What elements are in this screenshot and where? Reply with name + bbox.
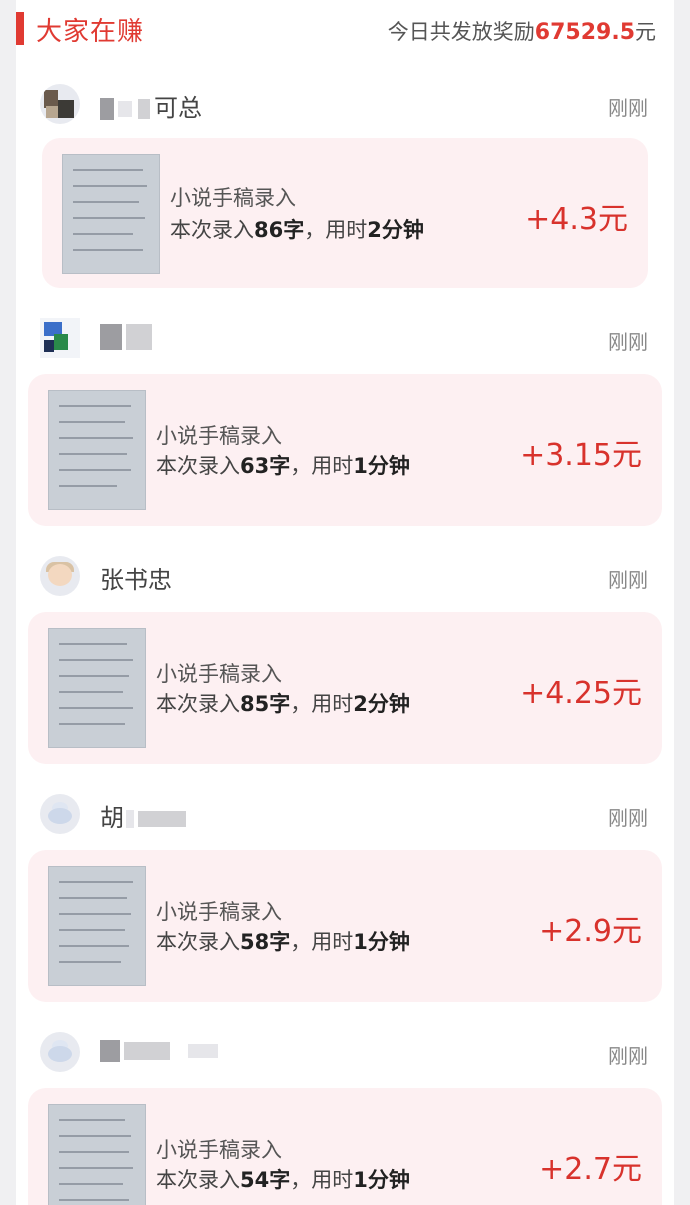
timestamp: 刚刚: [608, 330, 648, 354]
username: 可总: [100, 88, 202, 123]
task-title: 小说手稿录入: [156, 900, 282, 924]
redacted-name-blur: [100, 1040, 120, 1062]
detail-prefix: 本次录入: [156, 1168, 240, 1192]
manuscript-thumbnail: [48, 390, 146, 510]
reward-amount: +2.7元: [539, 1152, 642, 1187]
user-avatar[interactable]: [40, 1032, 80, 1072]
duration: 1分钟: [353, 454, 410, 478]
reward-amount: +4.3元: [525, 202, 628, 237]
username: 张书忠: [100, 566, 172, 594]
task-card[interactable]: 小说手稿录入 本次录入58字，用时1分钟 +2.9元: [28, 850, 662, 1002]
reward-amount: +2.9元: [539, 914, 642, 949]
timestamp: 刚刚: [608, 96, 648, 120]
user-row: 刚刚: [16, 308, 674, 368]
redacted-name-blur: [138, 811, 186, 827]
user-avatar[interactable]: [40, 318, 80, 358]
timestamp: 刚刚: [608, 806, 648, 830]
manuscript-thumbnail: [48, 866, 146, 986]
detail-mid: ，用时: [304, 218, 368, 242]
manuscript-thumbnail: [62, 154, 160, 274]
duration: 1分钟: [353, 930, 410, 954]
feed-title: 大家在赚: [36, 17, 145, 47]
task-title: 小说手稿录入: [156, 424, 282, 448]
manuscript-thumbnail: [48, 628, 146, 748]
user-avatar[interactable]: [40, 84, 80, 124]
duration: 2分钟: [353, 692, 410, 716]
detail-mid: ，用时: [290, 692, 354, 716]
user-row: 张书忠 刚刚: [16, 546, 674, 606]
user-avatar[interactable]: [40, 556, 80, 596]
feed-header: 大家在赚 今日共发放奖励67529.5元: [16, 0, 674, 62]
username: [100, 1036, 218, 1064]
detail-prefix: 本次录入: [156, 930, 240, 954]
earnings-feed-panel: 大家在赚 今日共发放奖励67529.5元 可总 刚刚 小说手稿录入 本次录入86…: [16, 0, 674, 1205]
char-count: 54字: [240, 1168, 291, 1192]
redacted-name-blur: [100, 98, 114, 120]
detail-prefix: 本次录入: [170, 218, 254, 242]
detail-prefix: 本次录入: [156, 454, 240, 478]
char-count: 85字: [240, 692, 291, 716]
task-detail: 本次录入58字，用时1分钟: [156, 926, 410, 956]
task-title: 小说手稿录入: [156, 662, 282, 686]
header-accent-bar: [16, 12, 24, 45]
task-detail: 本次录入85字，用时2分钟: [156, 688, 410, 718]
reward-amount: +4.25元: [520, 676, 642, 711]
detail-prefix: 本次录入: [156, 692, 240, 716]
char-count: 58字: [240, 930, 291, 954]
username-text: 胡: [100, 804, 124, 832]
redacted-name-blur: [118, 101, 132, 117]
detail-mid: ，用时: [290, 1168, 354, 1192]
task-card[interactable]: 小说手稿录入 本次录入85字，用时2分钟 +4.25元: [28, 612, 662, 764]
detail-mid: ，用时: [290, 454, 354, 478]
duration: 1分钟: [353, 1168, 410, 1192]
detail-mid: ，用时: [290, 930, 354, 954]
char-count: 86字: [254, 218, 305, 242]
user-row: 胡 刚刚: [16, 784, 674, 844]
redacted-name-blur: [126, 324, 152, 350]
username-text: 可总: [154, 94, 202, 122]
task-detail: 本次录入86字，用时2分钟: [170, 214, 424, 244]
summary-label: 今日共发放奖励: [387, 20, 535, 44]
duration: 2分钟: [367, 218, 424, 242]
task-detail: 本次录入54字，用时1分钟: [156, 1164, 410, 1194]
task-title: 小说手稿录入: [170, 186, 296, 210]
redacted-name-blur: [124, 1042, 170, 1060]
task-title: 小说手稿录入: [156, 1138, 282, 1162]
manuscript-thumbnail: [48, 1104, 146, 1205]
daily-reward-summary: 今日共发放奖励67529.5元: [388, 16, 656, 46]
task-detail: 本次录入63字，用时1分钟: [156, 450, 410, 480]
char-count: 63字: [240, 454, 291, 478]
redacted-name-blur: [138, 99, 150, 119]
redacted-name-blur: [126, 810, 134, 828]
username: 胡: [100, 798, 186, 833]
redacted-name-blur: [100, 324, 122, 350]
user-row: 可总 刚刚: [16, 74, 674, 134]
timestamp: 刚刚: [608, 568, 648, 592]
user-row: 刚刚: [16, 1022, 674, 1082]
summary-unit: 元: [635, 20, 656, 44]
username: [100, 322, 152, 350]
task-card[interactable]: 小说手稿录入 本次录入86字，用时2分钟 +4.3元: [42, 138, 648, 288]
user-avatar[interactable]: [40, 794, 80, 834]
task-card[interactable]: 小说手稿录入 本次录入54字，用时1分钟 +2.7元: [28, 1088, 662, 1205]
timestamp: 刚刚: [608, 1044, 648, 1068]
summary-amount: 67529.5: [534, 20, 635, 45]
reward-amount: +3.15元: [520, 438, 642, 473]
task-card[interactable]: 小说手稿录入 本次录入63字，用时1分钟 +3.15元: [28, 374, 662, 526]
redacted-name-blur: [188, 1044, 218, 1058]
